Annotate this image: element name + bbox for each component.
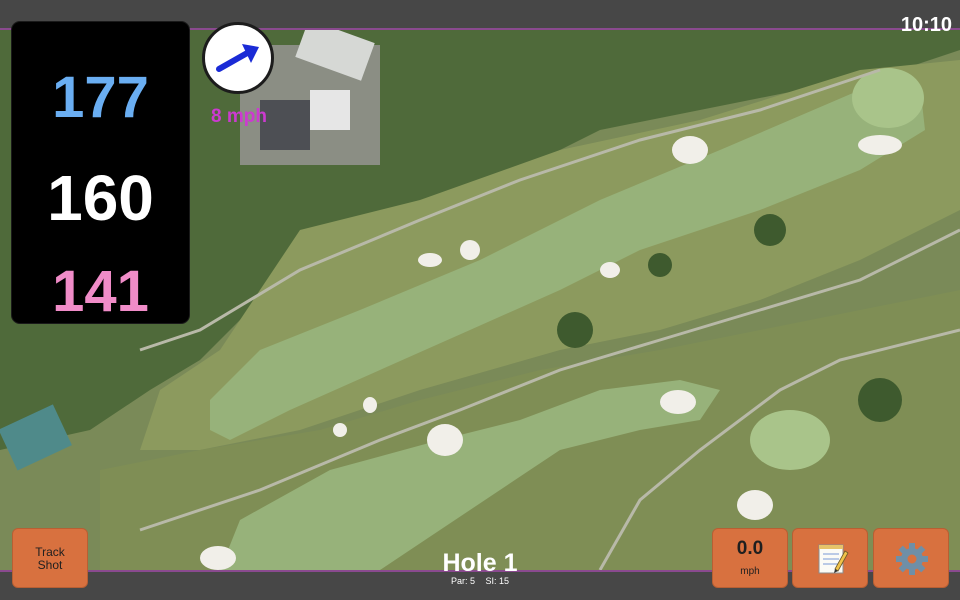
notes-button[interactable] <box>792 528 868 588</box>
wind-arrow-icon <box>216 44 259 72</box>
settings-button[interactable] <box>873 528 949 588</box>
clock: 10:10 <box>900 14 952 36</box>
hole-title: Hole 1 <box>442 549 518 577</box>
hole-info: Par: 5 SI: 15 <box>380 576 580 586</box>
speed-button[interactable]: 0.0 mph <box>712 528 788 588</box>
gear-icon <box>896 543 928 575</box>
track-shot-button[interactable]: Track Shot <box>12 528 88 588</box>
distance-front: 141 <box>52 259 149 324</box>
hole-par: Par: 5 <box>450 576 475 586</box>
distance-panel: 177 160 141 <box>12 22 189 324</box>
wind-dial <box>202 22 274 94</box>
wind-speed-label: 8 mph <box>211 106 267 127</box>
speed-unit: mph <box>740 566 760 577</box>
hole-si: SI: 15 <box>485 576 510 586</box>
notepad-icon <box>818 544 849 574</box>
distance-back: 177 <box>52 65 149 130</box>
distance-middle: 160 <box>47 162 154 234</box>
track-shot-label-line2: Shot <box>37 558 63 572</box>
speed-value: 0.0 <box>736 538 764 559</box>
